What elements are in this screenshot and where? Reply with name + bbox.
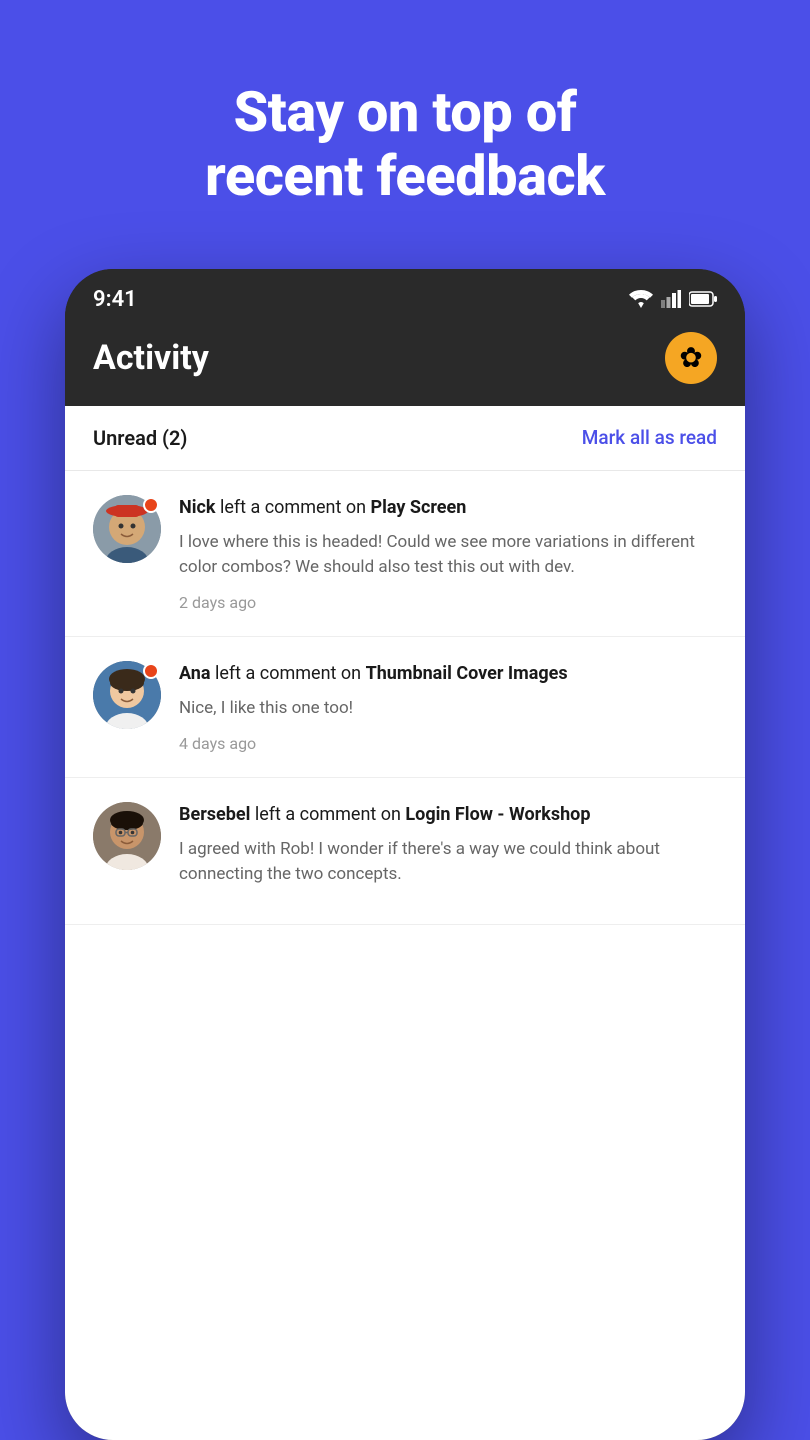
avatar-wrap-bersebel (93, 802, 161, 900)
notif-body-ana: Ana left a comment on Thumbnail Cover Im… (179, 661, 717, 753)
status-bar: 9:41 (65, 269, 745, 322)
notif-action-nick: left a comment on (220, 497, 371, 518)
mark-all-read-button[interactable]: Mark all as read (582, 426, 717, 449)
notif-target-ana: Thumbnail Cover Images (366, 663, 568, 684)
headline: Stay on top of recent feedback (145, 80, 665, 209)
unread-dot-nick (143, 497, 159, 513)
flower-icon: ✿ (679, 341, 702, 374)
notif-time-nick: 2 days ago (179, 593, 717, 612)
avatar-bersebel (93, 802, 161, 870)
app-header: Activity ✿ (65, 322, 745, 406)
notif-comment-bersebel: I agreed with Rob! I wonder if there's a… (179, 837, 717, 888)
signal-icon (661, 290, 681, 308)
app-icon-button[interactable]: ✿ (665, 332, 717, 384)
notif-action-bersebel: left a comment on (255, 804, 406, 825)
status-icons (629, 290, 717, 308)
status-time: 9:41 (93, 287, 137, 312)
notif-text-bersebel: Bersebel left a comment on Login Flow - … (179, 802, 717, 827)
notif-target-nick: Play Screen (371, 497, 467, 518)
battery-icon (689, 291, 717, 307)
notif-time-ana: 4 days ago (179, 734, 717, 753)
notif-text-ana: Ana left a comment on Thumbnail Cover Im… (179, 661, 717, 686)
unread-bar: Unread (2) Mark all as read (65, 406, 745, 471)
avatar-bersebel-image (93, 802, 161, 870)
notif-action-ana: left a comment on (215, 663, 366, 684)
notification-item-nick[interactable]: Nick left a comment on Play Screen I lov… (65, 471, 745, 637)
notif-user-bersebel: Bersebel (179, 804, 250, 825)
content-area: Unread (2) Mark all as read (65, 406, 745, 1440)
app-title: Activity (93, 338, 209, 378)
notif-comment-nick: I love where this is headed! Could we se… (179, 530, 717, 581)
notif-user-nick: Nick (179, 497, 215, 518)
notification-item-ana[interactable]: Ana left a comment on Thumbnail Cover Im… (65, 637, 745, 778)
unread-dot-ana (143, 663, 159, 679)
headline-line1: Stay on top of (234, 79, 577, 145)
notif-body-bersebel: Bersebel left a comment on Login Flow - … (179, 802, 717, 900)
notification-item-bersebel[interactable]: Bersebel left a comment on Login Flow - … (65, 778, 745, 925)
unread-label: Unread (2) (93, 426, 187, 450)
wifi-icon (629, 290, 653, 308)
notif-target-bersebel: Login Flow - Workshop (405, 804, 590, 825)
notif-text-nick: Nick left a comment on Play Screen (179, 495, 717, 520)
notif-user-ana: Ana (179, 663, 211, 684)
avatar-wrap-ana (93, 661, 161, 753)
notif-comment-ana: Nice, I like this one too! (179, 696, 717, 722)
avatar-wrap-nick (93, 495, 161, 612)
notif-body-nick: Nick left a comment on Play Screen I lov… (179, 495, 717, 612)
headline-line2: recent feedback (205, 143, 605, 209)
phone-mockup: 9:41 Activity (65, 269, 745, 1440)
